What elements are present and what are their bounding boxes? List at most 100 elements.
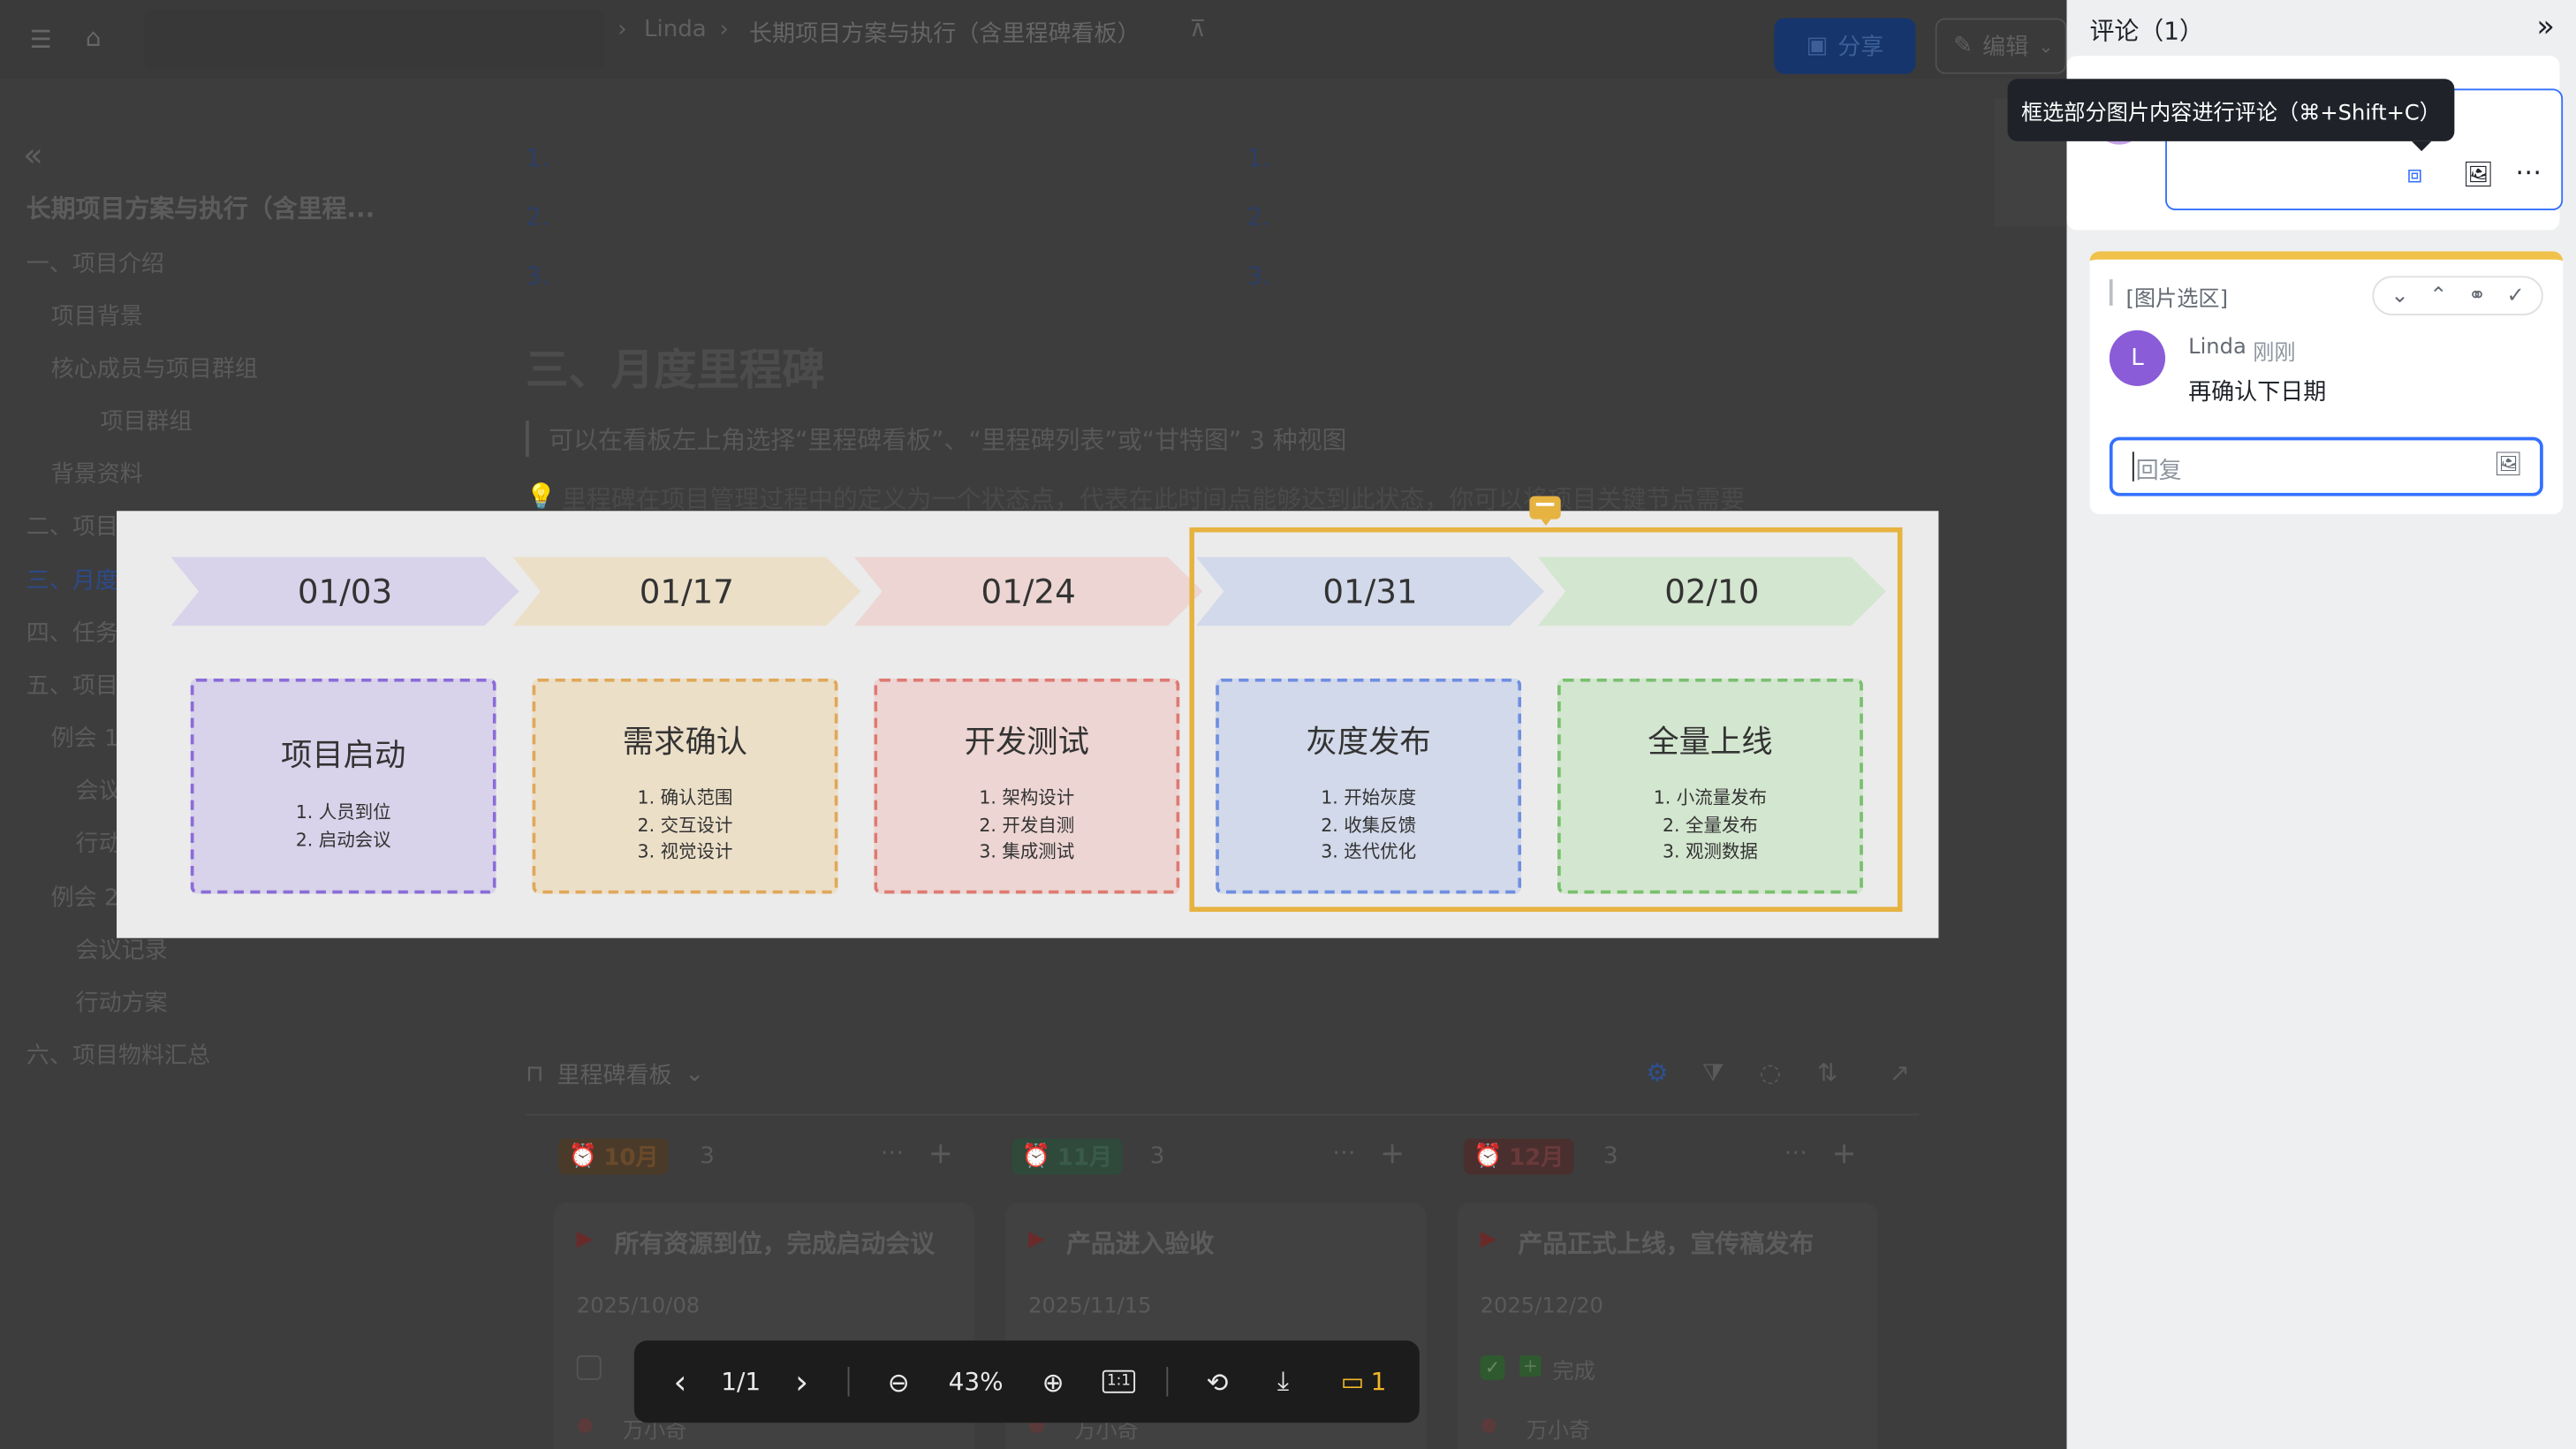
- milestone-title: 需求确认: [622, 724, 748, 761]
- previous-image-icon[interactable]: ‹: [661, 1340, 701, 1422]
- card-title: 产品进入验收: [1065, 1228, 1215, 1259]
- zoom-out-icon[interactable]: ⊖: [877, 1340, 920, 1422]
- milestone-card: 项目启动 1. 人员到位 2. 启动会议: [190, 678, 496, 894]
- column-add-icon[interactable]: +: [928, 1137, 953, 1172]
- column-add-icon[interactable]: +: [1380, 1137, 1405, 1172]
- reply-placeholder: 回复: [2135, 458, 2182, 485]
- sort-icon[interactable]: ⇅: [1817, 1058, 1837, 1087]
- breadcrumb-parent[interactable]: Linda: [644, 17, 707, 43]
- milestone-card: 需求确认 1. 确认范围 2. 交互设计 3. 视觉设计: [532, 678, 838, 894]
- outline-item[interactable]: 核心成员与项目群组: [51, 352, 258, 384]
- column-more-icon[interactable]: ⋯: [881, 1140, 904, 1166]
- outline-item[interactable]: 例会 2: [51, 881, 119, 914]
- column-more-icon[interactable]: ⋯: [1332, 1140, 1355, 1166]
- card-title: 产品正式上线，宣传稿发布: [1518, 1228, 1815, 1259]
- download-icon[interactable]: ⤓: [1261, 1340, 1304, 1422]
- column-add-icon[interactable]: +: [1832, 1137, 1857, 1172]
- resolve-check-icon[interactable]: ✓: [2507, 284, 2525, 308]
- zoom-in-icon[interactable]: ⊕: [1032, 1340, 1074, 1422]
- outline-item-active[interactable]: 三、月度: [27, 564, 118, 596]
- flag-icon: ▶: [576, 1226, 594, 1252]
- owner-avatar: ●: [1480, 1413, 1498, 1437]
- column-month-tag: ⏰ 11月: [1011, 1138, 1123, 1175]
- outline-item[interactable]: 一、项目介绍: [27, 247, 164, 279]
- zoom-level: 43%: [948, 1367, 1004, 1397]
- outline-toggle-icon[interactable]: ☰: [29, 25, 51, 54]
- owner-avatar: ●: [576, 1413, 595, 1437]
- card-date: 2025/12/20: [1480, 1294, 1603, 1320]
- status-checkbox[interactable]: [576, 1355, 602, 1380]
- alarm-clock-icon: ⏰: [1474, 1143, 1503, 1170]
- section-heading: 三、月度里程碑: [526, 346, 825, 397]
- numbered-list-left: 1. 2. 3.: [526, 142, 549, 292]
- card-status: 完成: [1552, 1360, 1595, 1385]
- alarm-clock-icon: ⏰: [568, 1143, 597, 1170]
- share-button[interactable]: ▣ 分享: [1774, 18, 1916, 74]
- pencil-icon: ✎: [1953, 33, 1973, 59]
- numbered-list-right: 1. 2. 3.: [1246, 142, 1271, 292]
- status-tag-icon: +: [1519, 1355, 1542, 1377]
- comment-thread-card[interactable]: [图片选区] ⌄ ⌃ ⚭ ✓ L Linda 刚刚 再确认下日期 回复 🖼: [2089, 251, 2564, 514]
- column-month-tag: ⏰ 10月: [558, 1138, 669, 1175]
- card-date: 2025/10/08: [576, 1294, 701, 1320]
- actual-size-icon[interactable]: 1:1: [1097, 1340, 1140, 1422]
- comment-author[interactable]: Linda: [2188, 335, 2246, 366]
- share-icon: ▣: [1806, 33, 1829, 59]
- image-icon[interactable]: 🖼: [2463, 159, 2494, 188]
- column-count: 3: [1149, 1143, 1165, 1170]
- outline-item[interactable]: 六、项目物料汇总: [27, 1038, 210, 1071]
- chevron-up-icon[interactable]: ⌃: [2429, 284, 2447, 308]
- image-selection-region[interactable]: [1189, 527, 1903, 912]
- image-viewer-toolbar: ‹ 1/1 › ⊖ 43% ⊕ 1:1 ⟲ ⤓ ▭ 1: [633, 1340, 1420, 1423]
- divider: [847, 1367, 850, 1397]
- link-icon[interactable]: ⚭: [2468, 284, 2486, 308]
- board-card[interactable]: ▶ 产品正式上线，宣传稿发布 2025/12/20 ✓ + 完成 ● 万小奇: [1457, 1202, 1878, 1449]
- pin-icon[interactable]: ⊼: [1189, 17, 1206, 43]
- home-icon[interactable]: ⌂: [86, 23, 102, 52]
- region-select-icon[interactable]: ⧈: [2406, 159, 2422, 188]
- card-title: 所有资源到位，完成启动会议: [614, 1228, 936, 1259]
- outline-item[interactable]: 五、项目: [27, 669, 118, 702]
- column-more-icon[interactable]: ⋯: [1784, 1140, 1807, 1166]
- text-cursor: [2132, 451, 2134, 482]
- status-checkbox-checked[interactable]: ✓: [1480, 1355, 1505, 1380]
- comment-text: 再确认下日期: [2188, 379, 2327, 406]
- board-header: ⊓ 里程碑看板 ⌄: [526, 1061, 705, 1089]
- author-avatar: L: [2109, 330, 2166, 386]
- filter-icon[interactable]: ⧩: [1702, 1058, 1724, 1087]
- outline-item[interactable]: 行动方案: [76, 986, 168, 1019]
- column-month-tag: ⏰ 12月: [1463, 1138, 1574, 1175]
- quote-bar: [526, 421, 529, 457]
- board-settings-icon[interactable]: ⚙: [1646, 1058, 1668, 1087]
- column-count: 3: [700, 1143, 715, 1170]
- chevron-down-icon[interactable]: ⌄: [685, 1061, 704, 1088]
- outline-item[interactable]: 行动: [76, 826, 122, 859]
- quote-bar: [2109, 279, 2113, 306]
- milestone-date: 01/03: [297, 572, 393, 611]
- milestone-title: 开发测试: [964, 724, 1089, 761]
- outline-item[interactable]: 二、项目: [27, 509, 118, 542]
- next-image-icon[interactable]: ›: [782, 1340, 822, 1422]
- reply-input[interactable]: 回复 🖼: [2109, 436, 2543, 497]
- outline-item[interactable]: 四、任务: [27, 616, 118, 649]
- image-icon[interactable]: 🖼: [2494, 451, 2523, 478]
- outline-item[interactable]: 项目背景: [51, 299, 143, 331]
- thread-actions: ⌄ ⌃ ⚭ ✓: [2372, 276, 2543, 316]
- outline-item[interactable]: 背景资料: [51, 457, 143, 489]
- outline-item[interactable]: 例会 1: [51, 721, 119, 754]
- comment-icon: ▭: [1340, 1367, 1365, 1397]
- edit-button[interactable]: ✎ 编辑 ⌄: [1935, 18, 2067, 74]
- page-indicator: 1/1: [721, 1367, 761, 1397]
- chevron-down-icon[interactable]: ⌄: [2390, 284, 2408, 308]
- outline-title[interactable]: 长期项目方案与执行（含里程...: [27, 191, 375, 225]
- chevron-down-icon: ⌄: [2038, 34, 2054, 57]
- open-external-icon[interactable]: ↗: [1890, 1058, 1910, 1087]
- selection-comment-marker-icon[interactable]: [1529, 496, 1561, 527]
- rotate-icon[interactable]: ⟲: [1196, 1340, 1239, 1422]
- comments-toggle[interactable]: ▭ 1: [1330, 1340, 1396, 1422]
- outline-item[interactable]: 会议: [76, 774, 122, 807]
- group-icon[interactable]: ◌: [1760, 1058, 1781, 1087]
- close-panel-icon[interactable]: »: [2536, 10, 2554, 44]
- outline-item[interactable]: 项目群组: [100, 404, 192, 436]
- more-icon[interactable]: ⋯: [2515, 156, 2542, 187]
